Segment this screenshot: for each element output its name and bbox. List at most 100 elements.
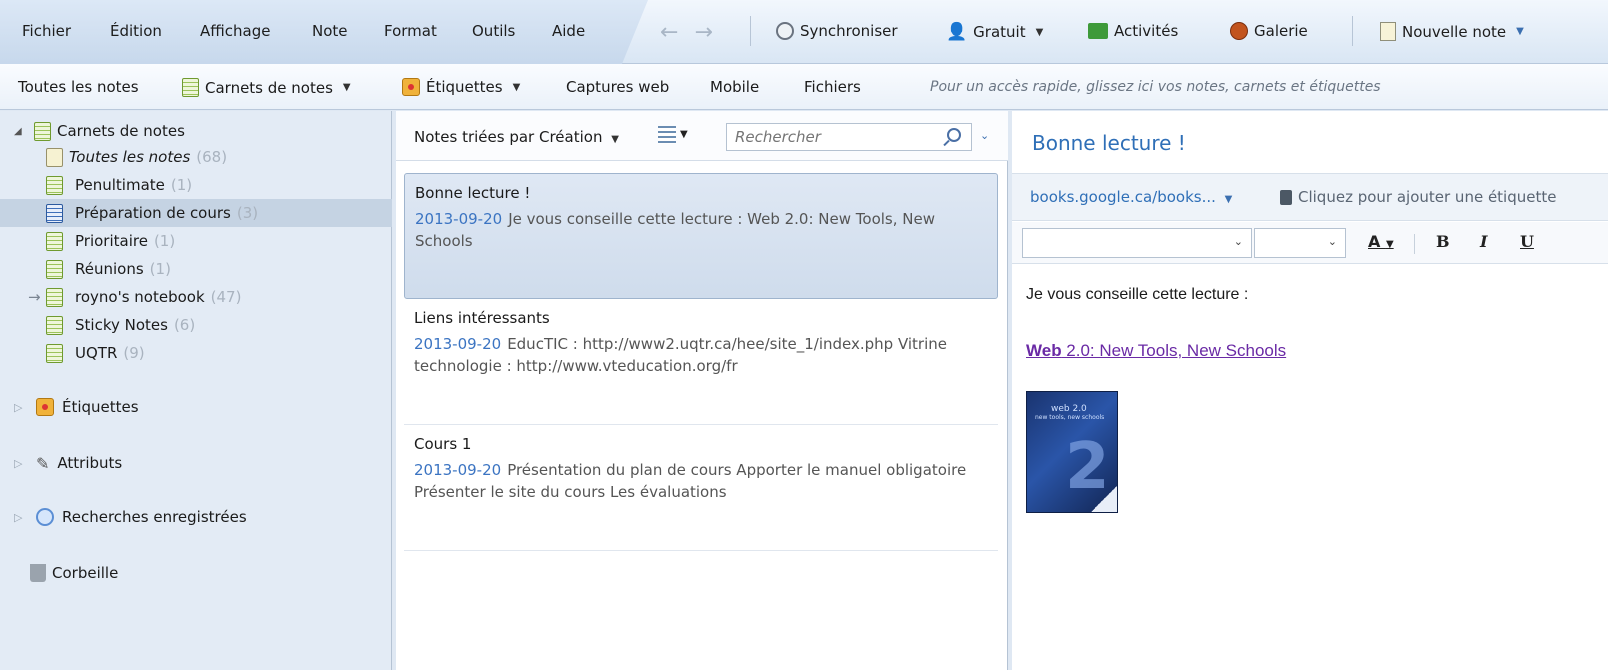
menu-outils[interactable]: Outils — [472, 22, 515, 40]
sidebar-item-sticky-notes[interactable]: Sticky Notes (6) — [0, 311, 392, 339]
sidebar-section-saved-searches[interactable]: ▷ Recherches enregistrées — [0, 503, 392, 531]
sidebar-section-attributes[interactable]: ▷ ✎ Attributs — [0, 449, 392, 477]
notebooks-root[interactable]: ◢ Carnets de notes — [0, 117, 392, 145]
shortcut-web-clips[interactable]: Captures web — [566, 78, 669, 96]
sidebar-item-preparation-de-cours[interactable]: Préparation de cours (3) — [0, 199, 392, 227]
notebook-icon — [46, 259, 63, 279]
book-link-bold: Web — [1026, 341, 1062, 360]
menu-affichage[interactable]: Affichage — [200, 22, 270, 40]
notebook-icon — [46, 315, 63, 335]
font-color-button[interactable]: A ▼ — [1368, 232, 1394, 251]
forward-arrow-icon[interactable]: → — [694, 20, 728, 45]
saved-search-icon — [36, 508, 54, 526]
shortcut-mobile-label: Mobile — [710, 78, 760, 96]
account-label: Gratuit — [973, 23, 1026, 41]
back-arrow-icon[interactable]: ← — [660, 20, 694, 45]
sidebar-item-label: Sticky Notes — [75, 316, 168, 334]
note-count: (68) — [196, 148, 228, 166]
page-curl — [1091, 486, 1117, 512]
sort-dropdown[interactable]: Notes triées par Création ▼ — [414, 128, 619, 146]
sidebar-item-label: Penultimate — [75, 176, 165, 194]
tag-icon — [402, 78, 420, 96]
shortcut-tags[interactable]: Étiquettes ▼ — [402, 78, 520, 96]
note-title: Liens intéressants — [414, 309, 550, 327]
chevron-down-icon: ⌄ — [1233, 235, 1243, 248]
sidebar-item-reunions[interactable]: Réunions (1) — [0, 255, 392, 283]
activities-button[interactable]: Activités — [1088, 22, 1178, 40]
collapsed-triangle-icon[interactable]: ▷ — [14, 401, 28, 414]
book-cover-image[interactable]: web 2.0 new tools, new schools 2 — [1026, 391, 1118, 513]
search-box — [726, 123, 972, 151]
sidebar-item-all-notes[interactable]: Toutes les notes (68) — [0, 143, 392, 171]
gallery-button[interactable]: Galerie — [1230, 22, 1308, 40]
italic-button[interactable]: I — [1480, 232, 1487, 251]
note-list-item[interactable]: Cours 1 2013-09-20 Présentation du plan d… — [404, 425, 998, 551]
sidebar-section-tags[interactable]: ▷ Étiquettes — [0, 393, 392, 421]
sidebar-item-penultimate[interactable]: Penultimate (1) — [0, 171, 392, 199]
note-title-field[interactable]: Bonne lecture ! — [1032, 131, 1186, 155]
chevron-down-icon: ▼ — [1035, 26, 1044, 38]
default-notebook-arrow-icon: → — [28, 288, 41, 306]
sidebar-item-label: Prioritaire — [75, 232, 148, 250]
shortcut-notebooks[interactable]: Carnets de notes ▼ — [182, 78, 351, 97]
evernote-window: Fichier Édition Affichage Note Format Ou… — [0, 0, 1608, 670]
expanded-triangle-icon[interactable]: ◢ — [14, 126, 28, 137]
notebook-icon — [46, 175, 63, 195]
shortcut-mobile[interactable]: Mobile — [710, 78, 759, 96]
shortcut-web-clips-label: Captures web — [566, 78, 670, 96]
note-body-text[interactable]: Je vous conseille cette lecture : — [1026, 286, 1596, 304]
sidebar-section-label: Étiquettes — [62, 398, 139, 416]
collapsed-triangle-icon[interactable]: ▷ — [14, 511, 28, 524]
note-count: (1) — [170, 176, 193, 194]
shared-notebook-icon — [46, 203, 63, 223]
sidebar-item-uqtr[interactable]: UQTR (9) — [0, 339, 392, 367]
font-family-select[interactable]: ⌄ — [1022, 228, 1252, 258]
book-link[interactable]: Web 2.0: New Tools, New Schools — [1026, 341, 1286, 361]
shortcut-all-notes[interactable]: Toutes les notes — [18, 78, 139, 96]
shortcuts-hint: Pour un accès rapide, glissez ici vos no… — [930, 79, 1381, 95]
sidebar-item-label: Toutes les notes — [69, 148, 191, 166]
add-tag-placeholder: Cliquez pour ajouter une étiquette — [1298, 188, 1557, 206]
sync-button[interactable]: Synchroniser — [776, 22, 898, 40]
menu-edition[interactable]: Édition — [110, 22, 162, 40]
menu-aide[interactable]: Aide — [552, 22, 585, 40]
sidebar-item-label: Préparation de cours — [75, 204, 231, 222]
sidebar-item-label: UQTR — [75, 344, 118, 362]
search-options-chevron-icon[interactable]: ⌄ — [980, 129, 989, 142]
account-button[interactable]: 👤 Gratuit ▼ — [946, 22, 1043, 42]
search-icon[interactable] — [947, 128, 961, 142]
bold-button[interactable]: B — [1436, 232, 1450, 251]
search-input[interactable] — [735, 125, 935, 149]
toolbar-divider — [750, 16, 751, 46]
new-note-icon — [1380, 22, 1396, 41]
menu-note[interactable]: Note — [312, 22, 348, 40]
shortcut-files[interactable]: Fichiers — [804, 78, 861, 96]
menu-fichier[interactable]: Fichier — [22, 22, 71, 40]
add-tag-field[interactable]: Cliquez pour ajouter une étiquette — [1280, 188, 1556, 206]
collapsed-triangle-icon[interactable]: ▷ — [14, 457, 28, 470]
chevron-down-icon: ▼ — [1224, 194, 1233, 205]
attributes-icon: ✎ — [36, 453, 50, 473]
source-url-link[interactable]: books.google.ca/books... ▼ — [1030, 188, 1232, 206]
chevron-down-icon: ▼ — [1385, 239, 1394, 250]
chevron-down-icon[interactable]: ▼ — [680, 129, 688, 140]
sidebar-item-prioritaire[interactable]: Prioritaire (1) — [0, 227, 392, 255]
note-list-item[interactable]: Liens intéressants 2013-09-20 EducTIC : h… — [404, 299, 998, 425]
chevron-down-icon: ▼ — [611, 134, 619, 145]
tag-icon — [36, 398, 54, 416]
chevron-down-icon[interactable]: ▼ — [1516, 26, 1524, 37]
notebooks-root-label: Carnets de notes — [57, 122, 185, 140]
activities-icon — [1088, 23, 1108, 39]
note-list-item[interactable]: Bonne lecture ! 2013-09-20 Je vous consei… — [404, 173, 998, 299]
underline-button[interactable]: U — [1520, 232, 1534, 251]
sidebar-item-roynos-notebook[interactable]: → royno's notebook (47) — [0, 283, 392, 311]
sidebar-section-label: Corbeille — [52, 564, 119, 582]
view-options-icon[interactable] — [658, 126, 676, 144]
sidebar-item-label: Réunions — [75, 260, 144, 278]
cover-title: web 2.0 — [1051, 404, 1087, 414]
note-list-header: Notes triées par Création ▼ ▼ ⌄ — [396, 111, 1008, 161]
sidebar-section-trash[interactable]: Corbeille — [0, 559, 392, 587]
new-note-button[interactable]: Nouvelle note ▼ — [1380, 22, 1524, 41]
menu-format[interactable]: Format — [384, 22, 437, 40]
font-size-select[interactable]: ⌄ — [1254, 228, 1346, 258]
